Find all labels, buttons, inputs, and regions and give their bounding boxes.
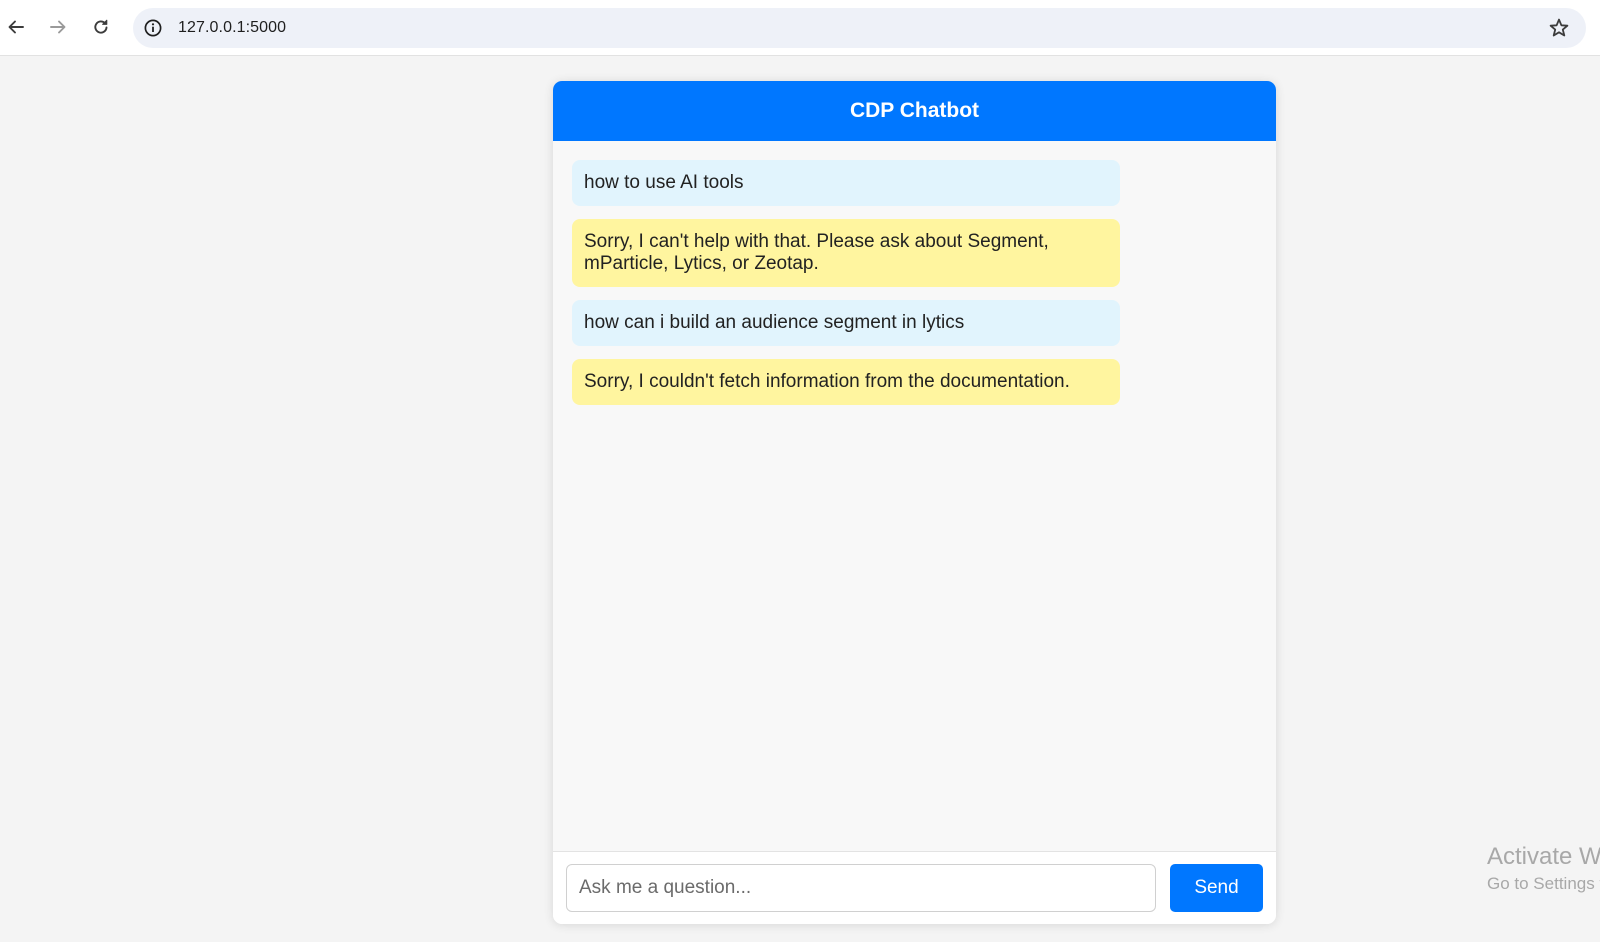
bot-message: Sorry, I can't help with that. Please as… bbox=[572, 219, 1120, 287]
message-list: how to use AI tools Sorry, I can't help … bbox=[572, 160, 1120, 418]
chat-container: CDP Chatbot how to use AI tools Sorry, I… bbox=[553, 81, 1276, 924]
watermark-title: Activate Windows bbox=[1487, 843, 1600, 870]
arrow-right-icon bbox=[50, 20, 66, 34]
chat-title: CDP Chatbot bbox=[849, 99, 980, 122]
bot-message: Sorry, I couldn't fetch information from… bbox=[572, 359, 1120, 405]
watermark-subtitle: Go to Settings to activate Windows. bbox=[1487, 874, 1600, 893]
browser-toolbar: 127.0.0.1:5000 bbox=[0, 0, 1600, 56]
reload-button[interactable] bbox=[88, 14, 114, 40]
info-circle-icon[interactable] bbox=[143, 18, 163, 38]
forward-button[interactable] bbox=[45, 14, 71, 40]
address-bar[interactable]: 127.0.0.1:5000 bbox=[133, 8, 1586, 48]
activation-watermark: Activate Windows Go to Settings to activ… bbox=[1487, 843, 1600, 895]
url-text[interactable]: 127.0.0.1:5000 bbox=[178, 19, 286, 37]
user-message: how to use AI tools bbox=[572, 160, 1120, 206]
chat-header: CDP Chatbot bbox=[553, 81, 1276, 141]
chat-input-bar: Send bbox=[553, 851, 1276, 924]
question-input[interactable] bbox=[566, 864, 1156, 912]
arrow-left-icon bbox=[8, 20, 24, 34]
star-icon[interactable] bbox=[1548, 17, 1570, 39]
user-message: how can i build an audience segment in l… bbox=[572, 300, 1120, 346]
back-button[interactable] bbox=[3, 14, 29, 40]
reload-icon bbox=[94, 19, 108, 34]
send-button[interactable]: Send bbox=[1170, 864, 1263, 912]
